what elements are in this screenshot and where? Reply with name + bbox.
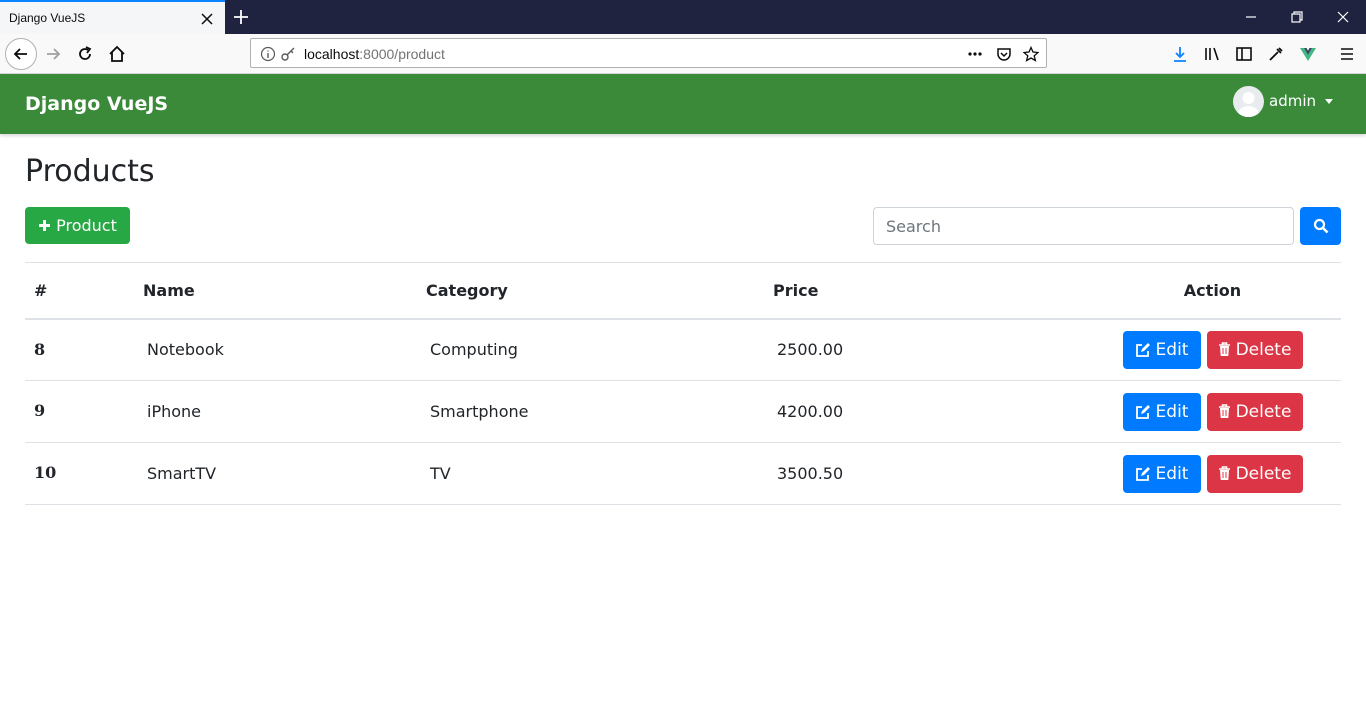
edit-label: Edit [1155, 339, 1189, 360]
library-button[interactable] [1198, 40, 1226, 68]
product-price: 2500.00 [773, 318, 1084, 381]
column-header-category: Category [426, 262, 773, 320]
downloads-button[interactable] [1166, 40, 1194, 68]
add-product-button[interactable]: Product [25, 207, 130, 244]
more-actions-icon[interactable] [967, 46, 983, 62]
download-icon [1174, 47, 1186, 62]
arrow-left-icon [13, 48, 27, 60]
edit-label: Edit [1155, 463, 1189, 484]
delete-button[interactable]: Delete [1206, 454, 1303, 493]
reload-button[interactable] [71, 40, 99, 68]
table-row: 9 iPhone Smartphone 4200.00 Edit Delete [25, 380, 1341, 443]
delete-button[interactable]: Delete [1206, 330, 1303, 369]
bookmark-star-icon[interactable] [1023, 46, 1039, 62]
close-tab-icon[interactable] [199, 11, 215, 27]
trash-icon [1218, 342, 1230, 357]
product-category: TV [426, 442, 773, 505]
product-name: Notebook [143, 318, 426, 381]
url-bar[interactable]: localhost:8000/product [250, 38, 1047, 68]
product-actions: Edit Delete [1084, 380, 1341, 443]
browser-tab-strip: Django VueJS [0, 0, 1366, 34]
tab-title: Django VueJS [9, 11, 86, 25]
url-text: localhost:8000/product [304, 46, 445, 62]
column-header-name: Name [143, 262, 426, 320]
sidebar-icon [1236, 47, 1252, 61]
hamburger-icon [1341, 48, 1353, 60]
product-actions: Edit Delete [1084, 318, 1341, 381]
eyedropper-button[interactable] [1262, 40, 1290, 68]
avatar [1233, 85, 1264, 117]
vue-icon [1300, 48, 1316, 61]
user-dropdown[interactable]: admin [1233, 85, 1333, 117]
url-path: :8000/product [359, 46, 445, 62]
product-price: 4200.00 [773, 380, 1084, 443]
caret-down-icon [1325, 98, 1333, 104]
minimize-icon[interactable] [1244, 10, 1258, 24]
column-header-price: Price [773, 262, 1084, 320]
sidebar-button[interactable] [1230, 40, 1258, 68]
pocket-icon[interactable] [996, 46, 1012, 62]
menu-button[interactable] [1333, 40, 1361, 68]
restore-icon[interactable] [1290, 10, 1304, 24]
browser-tab[interactable]: Django VueJS [0, 0, 225, 34]
column-header-id: # [25, 262, 143, 320]
brand-title[interactable]: Django VueJS [25, 93, 168, 115]
page-title: Products [25, 154, 155, 189]
product-id: 10 [25, 442, 143, 505]
trash-icon [1218, 466, 1230, 480]
column-header-action: Action [1084, 262, 1341, 320]
user-name: admin [1269, 92, 1316, 110]
user-icon [1237, 91, 1260, 117]
plus-icon [39, 220, 51, 231]
table-header-row: # Name Category Price Action [25, 262, 1341, 320]
delete-label: Delete [1235, 463, 1292, 484]
edit-button[interactable]: Edit [1122, 392, 1201, 431]
arrow-right-icon [47, 48, 61, 60]
product-actions: Edit Delete [1084, 442, 1341, 505]
table-row: 8 Notebook Computing 2500.00 Edit Delete [25, 318, 1341, 381]
product-name: iPhone [143, 380, 426, 443]
products-table: # Name Category Price Action 8 Notebook … [25, 262, 1341, 505]
new-tab-icon[interactable] [231, 7, 251, 27]
delete-button[interactable]: Delete [1206, 392, 1303, 431]
app-navbar: Django VueJS admin [0, 74, 1366, 134]
product-category: Computing [426, 318, 773, 381]
product-price: 3500.50 [773, 442, 1084, 505]
close-window-icon[interactable] [1336, 10, 1350, 24]
edit-button[interactable]: Edit [1122, 454, 1201, 493]
vue-devtools-button[interactable] [1294, 40, 1322, 68]
library-icon [1205, 47, 1219, 61]
product-category: Smartphone [426, 380, 773, 443]
delete-label: Delete [1235, 339, 1292, 360]
home-button[interactable] [103, 40, 131, 68]
edit-icon [1135, 342, 1150, 357]
eyedropper-icon [1269, 47, 1283, 61]
edit-label: Edit [1155, 401, 1189, 422]
edit-icon [1135, 466, 1150, 481]
forward-button[interactable] [39, 40, 67, 68]
trash-icon [1218, 404, 1230, 418]
home-icon [109, 45, 125, 62]
product-id: 9 [25, 380, 143, 443]
search-icon [1313, 218, 1328, 234]
info-icon[interactable] [260, 46, 276, 62]
url-host: localhost [304, 46, 360, 62]
product-name: SmartTV [143, 442, 426, 505]
table-row: 10 SmartTV TV 3500.50 Edit Delete [25, 442, 1341, 505]
edit-button[interactable]: Edit [1122, 330, 1201, 369]
add-product-label: Product [56, 216, 117, 235]
search-button[interactable] [1300, 207, 1341, 245]
delete-label: Delete [1235, 401, 1292, 422]
back-button[interactable] [5, 38, 37, 70]
search-input[interactable] [873, 207, 1294, 245]
reload-icon [79, 46, 92, 60]
key-icon[interactable] [280, 46, 296, 62]
edit-icon [1135, 404, 1150, 419]
product-id: 8 [25, 318, 143, 381]
